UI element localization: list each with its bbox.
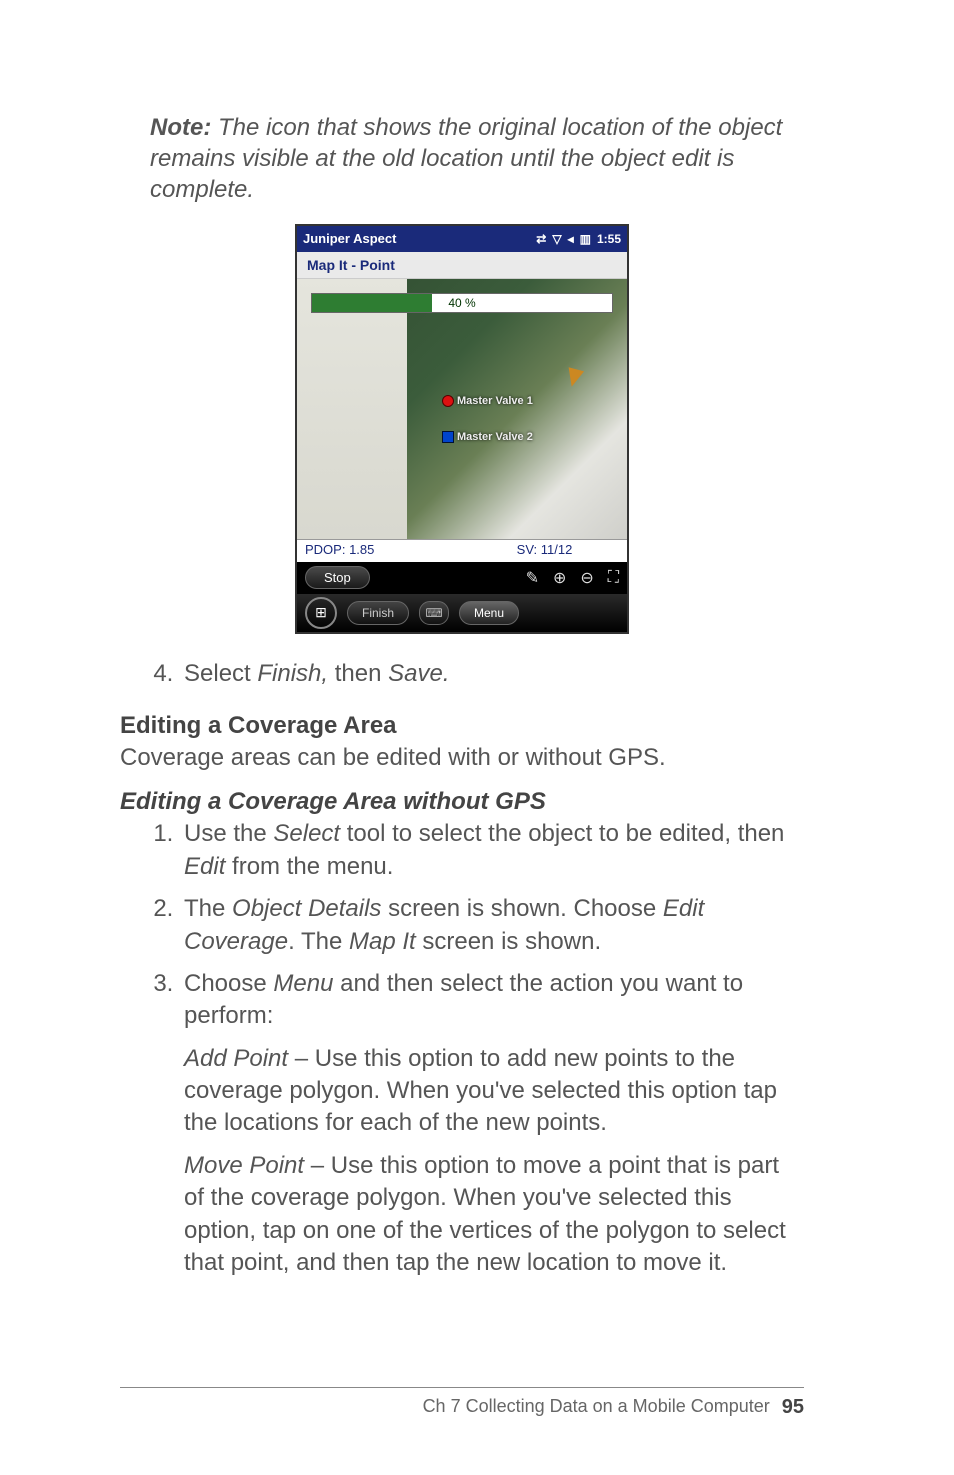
start-icon[interactable]: ⊞: [305, 597, 337, 629]
sync-icon: ⇄: [536, 232, 546, 246]
tool-row: Stop ✎ ⊕ ⊖ ⛶: [297, 562, 627, 594]
section-text-editing-coverage: Coverage areas can be edited with or wit…: [120, 742, 804, 774]
app-title: Juniper Aspect: [303, 231, 396, 246]
step-2: The Object Details screen is shown. Choo…: [180, 893, 804, 958]
nav-arrow-icon: [564, 367, 584, 389]
screenshot-wrapper: Juniper Aspect ⇄ ▽ ◂ ▥ 1:55 Map It - Poi…: [120, 224, 804, 634]
zoom-in-icon[interactable]: ⊕: [553, 568, 566, 588]
page-footer: Ch 7 Collecting Data on a Mobile Compute…: [120, 1387, 804, 1419]
extent-icon[interactable]: ⛶: [608, 569, 619, 587]
clock: 1:55: [597, 232, 621, 246]
signal-icon: ▽: [552, 232, 561, 246]
draw-icon[interactable]: ✎: [526, 568, 539, 588]
step-1: Use the Select tool to select the object…: [180, 818, 804, 883]
finish-button[interactable]: Finish: [347, 601, 409, 625]
master-valve-1[interactable]: Master Valve 1: [442, 395, 533, 407]
pdop-label: PDOP: 1.85: [297, 540, 462, 562]
stop-button[interactable]: Stop: [305, 566, 370, 589]
zoom-out-icon[interactable]: ⊖: [580, 568, 593, 588]
menu-button[interactable]: Menu: [459, 601, 519, 625]
titlebar: Juniper Aspect ⇄ ▽ ◂ ▥ 1:55: [297, 226, 627, 252]
note-text: The icon that shows the original locatio…: [150, 114, 782, 203]
step-3: Choose Menu and then select the action y…: [180, 968, 804, 1280]
steps-without-gps: Use the Select tool to select the object…: [120, 818, 804, 1279]
step-4: Select Finish, then Save.: [180, 658, 804, 690]
bottom-bar: ⊞ Finish ⌨ Menu: [297, 594, 627, 632]
progress-label: 40 %: [312, 294, 612, 312]
footer-chapter: Ch 7 Collecting Data on a Mobile Compute…: [423, 1396, 770, 1419]
step-list-4: Select Finish, then Save.: [120, 658, 804, 690]
gps-row: PDOP: 1.85 SV: 11/12: [297, 539, 627, 562]
progress-bar: 40 %: [311, 293, 613, 313]
footer-page-number: 95: [782, 1396, 804, 1419]
volume-icon: ◂: [568, 232, 574, 246]
keyboard-icon[interactable]: ⌨: [419, 601, 449, 625]
move-point-desc: Move Point – Use this option to move a p…: [184, 1150, 804, 1280]
section-heading-editing-coverage: Editing a Coverage Area: [120, 712, 804, 740]
battery-icon: ▥: [580, 232, 591, 246]
add-point-desc: Add Point – Use this option to add new p…: [184, 1043, 804, 1140]
map-area[interactable]: 40 % Master Valve 1 Master Valve 2: [297, 279, 627, 539]
note-paragraph: Note: The icon that shows the original l…: [150, 112, 804, 206]
screen-subtitle: Map It - Point: [297, 252, 627, 279]
sv-label: SV: 11/12: [462, 540, 627, 562]
subheading-without-gps: Editing a Coverage Area without GPS: [120, 788, 804, 816]
screenshot: Juniper Aspect ⇄ ▽ ◂ ▥ 1:55 Map It - Poi…: [295, 224, 629, 634]
note-label: Note:: [150, 114, 211, 141]
master-valve-2[interactable]: Master Valve 2: [442, 431, 533, 443]
